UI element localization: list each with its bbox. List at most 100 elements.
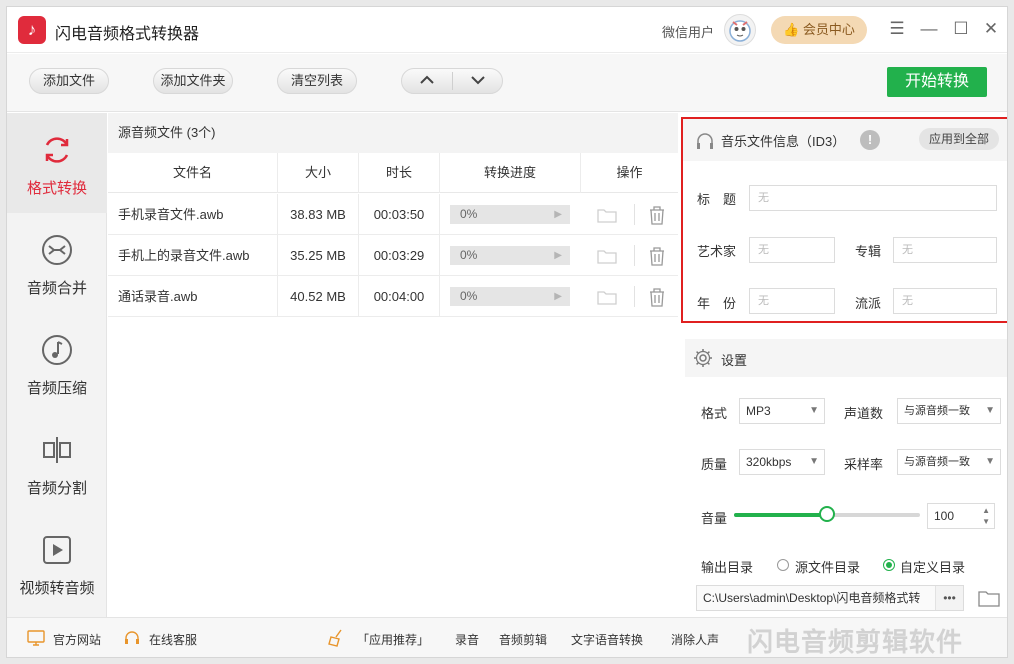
- user-name[interactable]: 微信用户: [662, 22, 714, 41]
- app-window: ♪ 闪电音频格式转换器 微信用户 👍 会员中心 ☰ — ☐ ✕ 添加文件 添加文…: [6, 6, 1008, 658]
- chevron-down-icon: ▼: [809, 456, 819, 467]
- minimize-icon[interactable]: —: [917, 17, 941, 41]
- id3-info-panel: 音乐文件信息（ID3） ! 应用到全部 标 题 无 艺术家 无 专辑 无 年 份…: [681, 117, 1007, 323]
- divider: [634, 204, 635, 225]
- move-up-button[interactable]: [402, 69, 452, 93]
- chevron-down-icon: ▼: [985, 456, 995, 467]
- chevron-down-icon: ▼: [809, 405, 819, 416]
- table-row[interactable]: 通话录音.awb 40.52 MB 00:04:00 0% ▶: [108, 276, 678, 317]
- sidebar-item-video-to-audio[interactable]: 视频转音频: [7, 513, 107, 613]
- column-header-duration: 时长: [359, 153, 440, 193]
- play-icon[interactable]: ▶: [554, 205, 562, 224]
- menu-icon[interactable]: ☰: [885, 17, 909, 41]
- headphones-icon: [697, 133, 713, 149]
- samplerate-label: 采样率: [844, 457, 884, 472]
- table-row[interactable]: 手机录音文件.awb 38.83 MB 00:03:50 0% ▶: [108, 194, 678, 235]
- quality-value: 320kbps: [746, 455, 792, 469]
- output-path-field[interactable]: C:\Users\admin\Desktop\闪电音频格式转 •••: [696, 585, 964, 611]
- start-convert-button[interactable]: 开始转换: [887, 67, 987, 97]
- volume-slider[interactable]: [734, 506, 920, 522]
- watermark: 闪电音频剪辑软件: [747, 627, 964, 657]
- close-icon[interactable]: ✕: [979, 17, 1003, 41]
- folder-icon[interactable]: [596, 286, 618, 308]
- vip-center-button[interactable]: 👍 会员中心: [771, 16, 867, 44]
- file-duration: 00:03:29: [359, 235, 440, 276]
- support-link[interactable]: 在线客服: [149, 631, 197, 648]
- maximize-icon[interactable]: ☐: [949, 17, 973, 41]
- channels-select[interactable]: 与源音频一致 ▼: [897, 398, 1001, 424]
- sidebar-item-audio-merge[interactable]: 音频合并: [7, 213, 107, 313]
- move-down-button[interactable]: [453, 69, 503, 93]
- footer-link-tts[interactable]: 文字语音转换: [571, 631, 643, 648]
- apply-to-all-button[interactable]: 应用到全部: [919, 128, 999, 150]
- trash-icon[interactable]: [646, 286, 668, 308]
- sidebar-item-format-convert[interactable]: 格式转换: [7, 113, 107, 213]
- genre-field-label: 流派: [855, 296, 882, 311]
- play-icon[interactable]: ▶: [554, 246, 562, 265]
- footer-link-audio-edit[interactable]: 音频剪辑: [499, 631, 547, 648]
- volume-value: 100: [934, 509, 955, 523]
- output-source-radio[interactable]: [777, 559, 789, 571]
- title-field[interactable]: 无: [749, 185, 997, 211]
- output-custom-radio[interactable]: [883, 559, 895, 571]
- genre-field[interactable]: 无: [893, 288, 997, 314]
- avatar-icon: [729, 20, 751, 42]
- sidebar-item-audio-compress[interactable]: 音频压缩: [7, 313, 107, 413]
- add-file-button[interactable]: 添加文件: [29, 68, 109, 94]
- trash-icon[interactable]: [646, 245, 668, 267]
- monitor-icon: [27, 630, 45, 646]
- file-duration: 00:04:00: [359, 276, 440, 317]
- artist-field[interactable]: 无: [749, 237, 835, 263]
- progress-bar: 0% ▶: [450, 287, 570, 306]
- move-buttons-group: [401, 68, 503, 94]
- website-link[interactable]: 官方网站: [53, 631, 101, 648]
- add-folder-button[interactable]: 添加文件夹: [153, 68, 233, 94]
- info-icon[interactable]: !: [860, 130, 880, 150]
- file-name: 通话录音.awb: [108, 276, 278, 317]
- file-size: 40.52 MB: [278, 276, 359, 317]
- album-field-label: 专辑: [855, 244, 882, 259]
- album-field[interactable]: 无: [893, 237, 997, 263]
- volume-slider-thumb[interactable]: [819, 506, 835, 522]
- footer-link-record[interactable]: 录音: [455, 631, 479, 648]
- file-name: 手机上的录音文件.awb: [108, 235, 278, 276]
- samplerate-select[interactable]: 与源音频一致 ▼: [897, 449, 1001, 475]
- output-source-label[interactable]: 源文件目录: [795, 557, 860, 576]
- play-icon[interactable]: ▶: [554, 287, 562, 306]
- trash-icon[interactable]: [646, 204, 668, 226]
- sidebar-item-audio-split[interactable]: 音频分割: [7, 413, 107, 513]
- volume-label: 音量: [701, 511, 728, 526]
- file-list-header: 文件名 大小 时长 转换进度 操作: [108, 153, 678, 193]
- output-dir-label: 输出目录: [701, 560, 754, 575]
- column-header-progress: 转换进度: [440, 153, 581, 193]
- volume-slider-fill: [734, 513, 827, 517]
- progress-text: 0%: [460, 207, 478, 221]
- file-list: 源音频文件 (3个) 文件名 大小 时长 转换进度 操作 手机录音文件.awb …: [108, 113, 678, 617]
- file-name: 手机录音文件.awb: [108, 194, 278, 235]
- stepper-arrows-icon[interactable]: ▲ ▼: [982, 505, 990, 527]
- quality-select[interactable]: 320kbps ▼: [739, 449, 825, 475]
- year-field-label: 年 份: [697, 296, 737, 311]
- folder-icon[interactable]: [596, 204, 618, 226]
- id3-header: 音乐文件信息（ID3） ! 应用到全部: [683, 119, 1007, 161]
- footer-link-vocal-remove[interactable]: 消除人声: [671, 631, 719, 648]
- avatar[interactable]: [724, 14, 756, 46]
- format-select[interactable]: MP3 ▼: [739, 398, 825, 424]
- column-header-actions: 操作: [616, 165, 643, 180]
- divider: [634, 245, 635, 266]
- folder-icon[interactable]: [596, 245, 618, 267]
- chevron-down-icon: ▼: [985, 405, 995, 416]
- file-duration: 00:03:50: [359, 194, 440, 235]
- folder-icon[interactable]: [977, 587, 1001, 609]
- sidebar-label: 音频压缩: [26, 380, 87, 397]
- table-row[interactable]: 手机上的录音文件.awb 35.25 MB 00:03:29 0% ▶: [108, 235, 678, 276]
- output-custom-label[interactable]: 自定义目录: [900, 557, 965, 576]
- progress-bar: 0% ▶: [450, 205, 570, 224]
- gear-icon: [694, 349, 712, 367]
- volume-stepper[interactable]: 100 ▲ ▼: [927, 503, 995, 529]
- year-field[interactable]: 无: [749, 288, 835, 314]
- browse-dots-button[interactable]: •••: [935, 586, 963, 610]
- sidebar-label: 音频合并: [26, 280, 87, 297]
- clear-list-button[interactable]: 清空列表: [277, 68, 357, 94]
- video-play-icon: [43, 536, 71, 564]
